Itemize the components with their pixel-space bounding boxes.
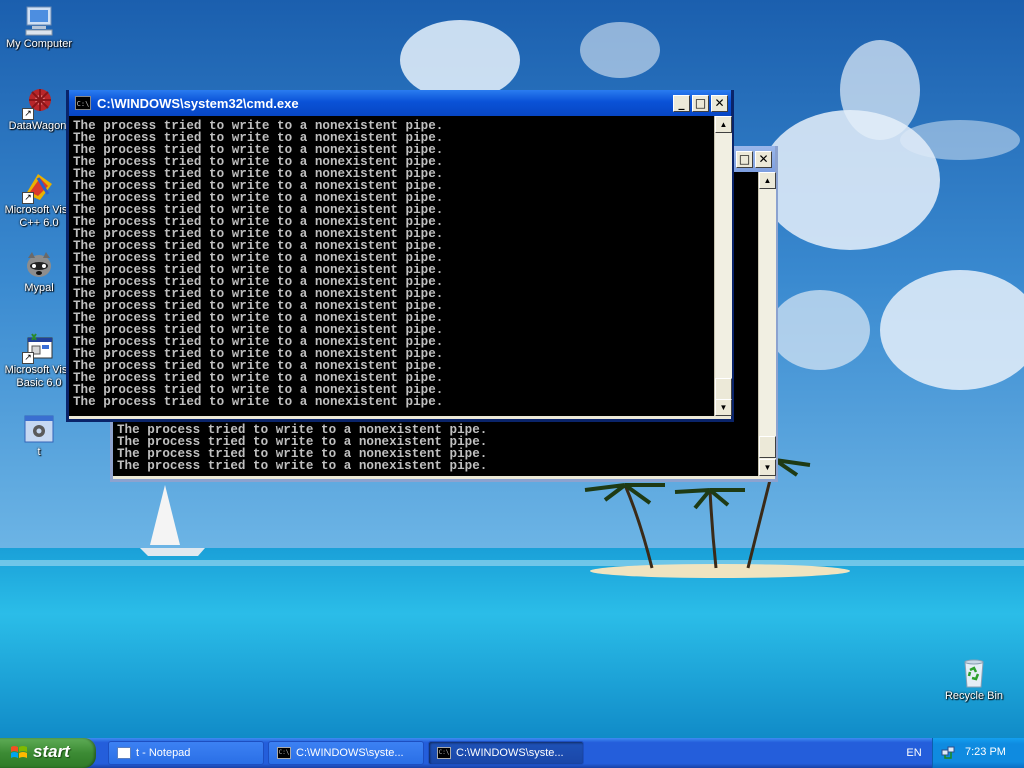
scroll-up-button[interactable]: ▲ xyxy=(715,116,732,133)
shortcut-arrow-icon: ↗ xyxy=(22,108,34,120)
scroll-up-button[interactable]: ▲ xyxy=(759,172,776,189)
maximize-button[interactable]: □ xyxy=(736,150,753,168)
taskbar-item-label: C:\WINDOWS\syste... xyxy=(456,747,564,759)
my-computer-desktop-icon[interactable]: My Computer xyxy=(0,4,78,51)
scroll-down-button[interactable]: ▼ xyxy=(759,459,776,476)
cmd-icon: C:\ xyxy=(437,747,451,759)
application-icon xyxy=(22,412,56,446)
start-label: start xyxy=(33,742,70,761)
minimize-button[interactable]: _ xyxy=(673,94,690,112)
maximize-button[interactable]: □ xyxy=(692,94,709,112)
scroll-down-button[interactable]: ▼ xyxy=(715,399,732,416)
window-title: C:\WINDOWS\system32\cmd.exe xyxy=(97,95,299,111)
console-line: The process tried to write to a nonexist… xyxy=(73,395,444,409)
desktop-icon-label: Recycle Bin xyxy=(944,690,1004,702)
computer-icon xyxy=(22,4,56,38)
taskbar-item-label: t - Notepad xyxy=(136,747,191,759)
scroll-thumb[interactable] xyxy=(759,436,776,458)
vertical-scrollbar[interactable]: ▲ ▼ xyxy=(714,116,732,416)
start-button[interactable]: start xyxy=(0,738,96,768)
desktop: My Computer ↗ DataWagon. ↗ Microsoft Vis… xyxy=(0,0,1024,768)
visual-cpp-icon: ↗ xyxy=(22,170,56,204)
console-line: The process tried to write to a nonexist… xyxy=(117,459,488,473)
windows-flag-icon xyxy=(11,746,27,758)
raccoon-icon xyxy=(22,248,56,282)
cmd-icon: C:\ xyxy=(277,747,291,759)
recycle-bin-desktop-icon[interactable]: Recycle Bin xyxy=(935,656,1013,703)
taskbar-item-cmd-active[interactable]: C:\ C:\WINDOWS\syste... xyxy=(428,741,584,765)
recycle-bin-icon xyxy=(957,656,991,690)
close-button[interactable]: ✕ xyxy=(755,150,772,168)
clock[interactable]: 7:23 PM xyxy=(965,746,1006,758)
network-tray-icon[interactable] xyxy=(941,746,955,760)
console-output[interactable]: The process tried to write to a nonexist… xyxy=(69,116,714,416)
cmd-icon: C:\ xyxy=(75,96,91,110)
desktop-icon-label: My Computer xyxy=(5,38,73,50)
vertical-scrollbar[interactable]: ▲ ▼ xyxy=(758,172,776,476)
scroll-thumb[interactable] xyxy=(715,378,732,400)
system-tray: 7:23 PM xyxy=(932,738,1024,768)
shortcut-arrow-icon: ↗ xyxy=(22,192,34,204)
shortcut-arrow-icon: ↗ xyxy=(22,352,34,364)
language-indicator[interactable]: EN xyxy=(896,741,932,765)
title-bar[interactable]: C:\ C:\WINDOWS\system32\cmd.exe _ □ ✕ xyxy=(69,90,731,116)
taskbar-item-notepad[interactable]: t - Notepad xyxy=(108,741,264,765)
cmd-window[interactable]: C:\ C:\WINDOWS\system32\cmd.exe _ □ ✕ Th… xyxy=(66,90,734,422)
taskbar-item-cmd[interactable]: C:\ C:\WINDOWS\syste... xyxy=(268,741,424,765)
desktop-icon-label: t xyxy=(37,446,41,458)
notepad-icon xyxy=(117,747,131,759)
taskbar-item-label: C:\WINDOWS\syste... xyxy=(296,747,404,759)
datawagon-icon: ↗ xyxy=(22,86,56,120)
close-button[interactable]: ✕ xyxy=(711,94,728,112)
visual-basic-icon: ↗ xyxy=(22,330,56,364)
taskbar: start t - Notepad C:\ C:\WINDOWS\syste..… xyxy=(0,738,1024,768)
